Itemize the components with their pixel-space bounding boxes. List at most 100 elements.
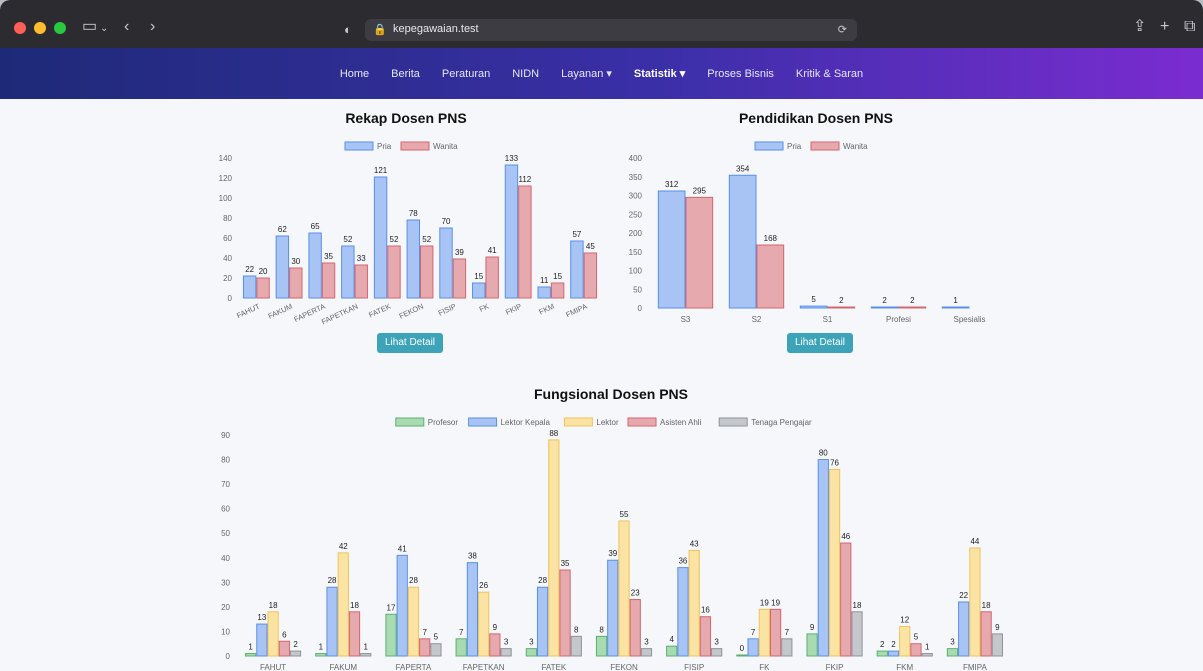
nav-item-layanan[interactable]: Layanan ▾ bbox=[561, 67, 612, 80]
data-label-fakum-lektor-kepala: 28 bbox=[328, 576, 337, 585]
shield-icon[interactable]: ◐ bbox=[344, 20, 352, 40]
data-label-fkm-wanita: 15 bbox=[553, 272, 562, 281]
data-label-fisip-tenaga-pengajar: 3 bbox=[714, 638, 719, 647]
data-label-faperta-asisten-ahli: 7 bbox=[422, 628, 427, 637]
lihat-detail-rekap-button[interactable]: Lihat Detail bbox=[377, 333, 444, 353]
bar-fk-asisten-ahli bbox=[769, 608, 782, 657]
x-tick-label-s1: S1 bbox=[823, 315, 833, 324]
bar-fapetkan-profesor bbox=[455, 638, 467, 657]
bar-fatek-profesor bbox=[525, 648, 537, 657]
bar-faperta-tenaga-pengajar bbox=[430, 643, 442, 657]
data-label-fisip-lektor-kepala: 36 bbox=[678, 557, 687, 566]
nav-item-berita[interactable]: Berita bbox=[391, 68, 420, 80]
nav-item-nidn[interactable]: NIDN bbox=[512, 68, 539, 80]
x-tick-label-fahut: FAHUT bbox=[235, 301, 261, 320]
bar-fisip-profesor bbox=[666, 645, 678, 657]
bar-fkip-lektor-kepala bbox=[817, 459, 829, 657]
data-label-fahut-wanita: 20 bbox=[259, 267, 268, 276]
data-label-fekon-lektor-kepala: 39 bbox=[608, 549, 617, 558]
translate-reload-icon[interactable]: ⟳ bbox=[838, 23, 847, 36]
data-label-fmipa-wanita: 45 bbox=[586, 242, 595, 251]
x-tick-label-fakum: FAKUM bbox=[267, 302, 294, 321]
nav-item-proses-bisnis[interactable]: Proses Bisnis bbox=[707, 68, 774, 80]
y-tick-label: 120 bbox=[219, 174, 233, 183]
data-label-s3-wanita: 295 bbox=[693, 186, 707, 195]
data-label-fapetkan-pria: 52 bbox=[343, 235, 352, 244]
y-tick-label: 20 bbox=[221, 603, 230, 612]
x-tick-label-fapetkan: FAPETKAN bbox=[463, 663, 505, 671]
data-label-fkm-lektor-kepala: 2 bbox=[891, 640, 896, 649]
bar-fahut-tenaga-pengajar bbox=[289, 650, 302, 657]
bar-fapetkan-pria bbox=[341, 245, 355, 299]
bar-spesialis-pria bbox=[941, 306, 970, 309]
legend-swatch-pria bbox=[754, 141, 784, 151]
data-label-fisip-lektor: 43 bbox=[690, 539, 699, 548]
x-tick-label-profesi: Profesi bbox=[886, 315, 911, 324]
bar-s3-pria bbox=[657, 190, 686, 309]
legend-swatch-lektor-kepala bbox=[468, 417, 498, 427]
x-tick-label-faperta: FAPERTA bbox=[396, 663, 432, 671]
bar-fapetkan-wanita bbox=[354, 264, 368, 299]
nav-item-home[interactable]: Home bbox=[340, 68, 369, 80]
tab-overview-icon[interactable]: ⧉ bbox=[1184, 17, 1195, 37]
legend-label-lektor-kepala: Lektor Kepala bbox=[501, 418, 551, 427]
x-tick-label-fapetkan: FAPETKAN bbox=[320, 302, 359, 327]
y-tick-label: 50 bbox=[633, 285, 642, 294]
bar-fapetkan-asisten-ahli bbox=[489, 633, 501, 657]
share-icon[interactable]: ⇪ bbox=[1133, 17, 1146, 37]
back-icon[interactable]: ‹ bbox=[124, 17, 129, 37]
pendidikan-dosen-chart: Pria Wanita 0 50 100 150 200 250 300 350 400 312 295… bbox=[629, 141, 986, 324]
nav-item-peraturan[interactable]: Peraturan bbox=[442, 68, 490, 80]
close-window-button[interactable] bbox=[14, 22, 26, 34]
data-label-profesi-pria: 2 bbox=[882, 296, 887, 305]
y-tick-label: 200 bbox=[629, 229, 643, 238]
data-label-fkm-profesor: 2 bbox=[880, 640, 885, 649]
x-tick-label-fkm: FKM bbox=[538, 302, 556, 317]
bar-profesi-wanita bbox=[898, 306, 927, 309]
data-label-fisip-wanita: 39 bbox=[455, 248, 464, 257]
legend-label-wanita: Wanita bbox=[433, 142, 458, 151]
forward-icon[interactable]: › bbox=[150, 17, 155, 37]
data-label-fisip-pria: 70 bbox=[442, 217, 451, 226]
nav-item-kritik-saran[interactable]: Kritik & Saran bbox=[796, 68, 863, 80]
y-tick-label: 40 bbox=[223, 254, 232, 263]
x-tick-label-fmipa: FMIPA bbox=[564, 302, 588, 320]
bar-fisip-tenaga-pengajar bbox=[711, 648, 723, 657]
sidebar-icon[interactable]: ▭ bbox=[82, 17, 97, 37]
x-tick-label-fkip: FKIP bbox=[504, 302, 523, 317]
bar-fatek-pria bbox=[373, 176, 388, 299]
bar-fisip-pria bbox=[439, 227, 453, 299]
data-label-fatek-lektor-kepala: 28 bbox=[538, 576, 547, 585]
address-bar[interactable]: 🔒 kepegawaian.test ⟳ bbox=[365, 19, 857, 41]
minimize-window-button[interactable] bbox=[34, 22, 46, 34]
nav-item-statistik[interactable]: Statistik ▾ bbox=[634, 67, 685, 80]
data-label-fkip-profesor: 9 bbox=[810, 623, 815, 632]
bar-fmipa-asisten-ahli bbox=[980, 611, 992, 657]
data-label-fatek-asisten-ahli: 35 bbox=[561, 559, 570, 568]
x-tick-label-s3: S3 bbox=[681, 315, 691, 324]
bar-fkm-tenaga-pengajar bbox=[921, 653, 933, 657]
zoom-window-button[interactable] bbox=[54, 22, 66, 34]
y-tick-label: 60 bbox=[223, 234, 232, 243]
bar-fkm-lektor-kepala bbox=[887, 650, 900, 657]
bar-fapetkan-tenaga-pengajar bbox=[500, 648, 512, 657]
bar-fekon-asisten-ahli bbox=[629, 599, 641, 657]
bar-fk-lektor bbox=[758, 608, 770, 657]
bar-fmipa-tenaga-pengajar bbox=[991, 633, 1003, 657]
bar-fakum-asisten-ahli bbox=[348, 611, 361, 657]
data-label-fkip-pria: 133 bbox=[505, 154, 519, 163]
chevron-down-icon[interactable]: ⌄ bbox=[100, 19, 108, 39]
bar-fisip-lektor-kepala bbox=[677, 567, 689, 657]
data-label-spesialis-pria: 1 bbox=[953, 296, 958, 305]
bar-fk-wanita bbox=[485, 256, 499, 299]
data-label-fekon-tenaga-pengajar: 3 bbox=[644, 638, 649, 647]
new-tab-icon[interactable]: + bbox=[1160, 17, 1169, 37]
bar-fahut-asisten-ahli bbox=[278, 640, 290, 657]
bar-fkip-lektor bbox=[828, 468, 841, 657]
bar-faperta-asisten-ahli bbox=[419, 638, 431, 657]
bar-fekon-tenaga-pengajar bbox=[640, 648, 653, 657]
data-label-fahut-lektor-kepala: 13 bbox=[257, 613, 266, 622]
lihat-detail-pendidikan-button[interactable]: Lihat Detail bbox=[787, 333, 854, 353]
y-tick-label: 400 bbox=[629, 154, 643, 163]
data-label-faperta-wanita: 35 bbox=[324, 252, 333, 261]
